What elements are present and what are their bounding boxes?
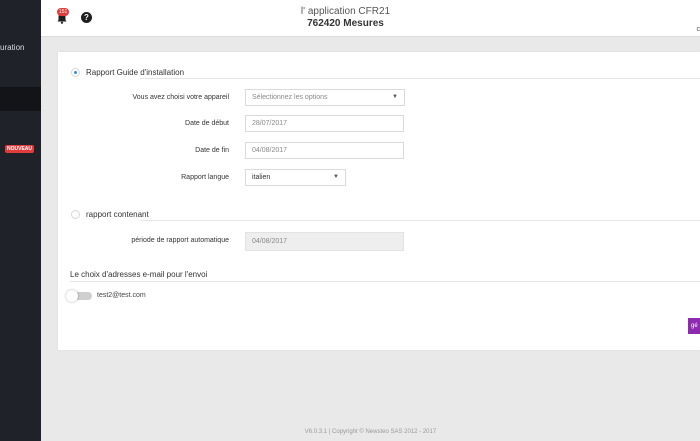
section-label-contenant: rapport contenant <box>86 210 149 219</box>
email-section-title: Le choix d'adresses e-mail pour l'envoi <box>70 270 208 279</box>
divider <box>70 281 700 282</box>
section-label-guide: Rapport Guide d'installation <box>86 68 185 77</box>
sidebar-item-active[interactable] <box>0 87 41 111</box>
period-label: période de rapport automatique <box>131 237 229 244</box>
sidebar-item-configuration[interactable]: uration <box>0 43 24 52</box>
app-subtitle: 762420 Mesures <box>307 18 384 29</box>
sidebar: uration NOUVEAU <box>0 0 41 441</box>
end-date-input[interactable]: 04/08/2017 <box>245 142 404 159</box>
app-title: l' application CFR21 <box>300 6 391 17</box>
divider <box>140 220 700 221</box>
device-label: Vous avez choisi votre appareil <box>132 94 230 101</box>
period-input: 04/08/2017 <box>245 232 404 251</box>
start-date-input[interactable]: 28/07/2017 <box>245 115 404 132</box>
caret-down-icon: ▼ <box>392 94 398 100</box>
footer-copyright: V6.0.3.1 | Copyright © Newsteo SAS 2012 … <box>304 429 437 435</box>
email-toggle[interactable] <box>66 290 92 302</box>
toggle-knob <box>66 290 78 302</box>
caret-down-icon: ▼ <box>333 174 339 180</box>
language-value: italien <box>252 174 271 181</box>
device-placeholder: Sélectionnez les options <box>252 94 328 101</box>
radio-guide-installation[interactable] <box>71 68 80 77</box>
generate-button[interactable]: gé <box>688 318 700 334</box>
language-label: Rapport langue <box>181 174 229 181</box>
top-bar: 151 ? l' application CFR21 762420 Mesure… <box>41 0 700 37</box>
end-date-label: Date de fin <box>195 147 229 154</box>
radio-rapport-contenant[interactable] <box>71 210 80 219</box>
corner-text: c <box>696 26 700 33</box>
report-form-card: Rapport Guide d'installation Vous avez c… <box>58 52 700 350</box>
language-select[interactable]: italien ▼ <box>245 169 346 186</box>
nouveau-badge: NOUVEAU <box>5 145 35 153</box>
start-date-label: Date de début <box>185 120 229 127</box>
device-select[interactable]: Sélectionnez les options ▼ <box>245 89 405 106</box>
email-address-label: test2@test.com <box>97 292 146 299</box>
divider <box>140 78 700 79</box>
